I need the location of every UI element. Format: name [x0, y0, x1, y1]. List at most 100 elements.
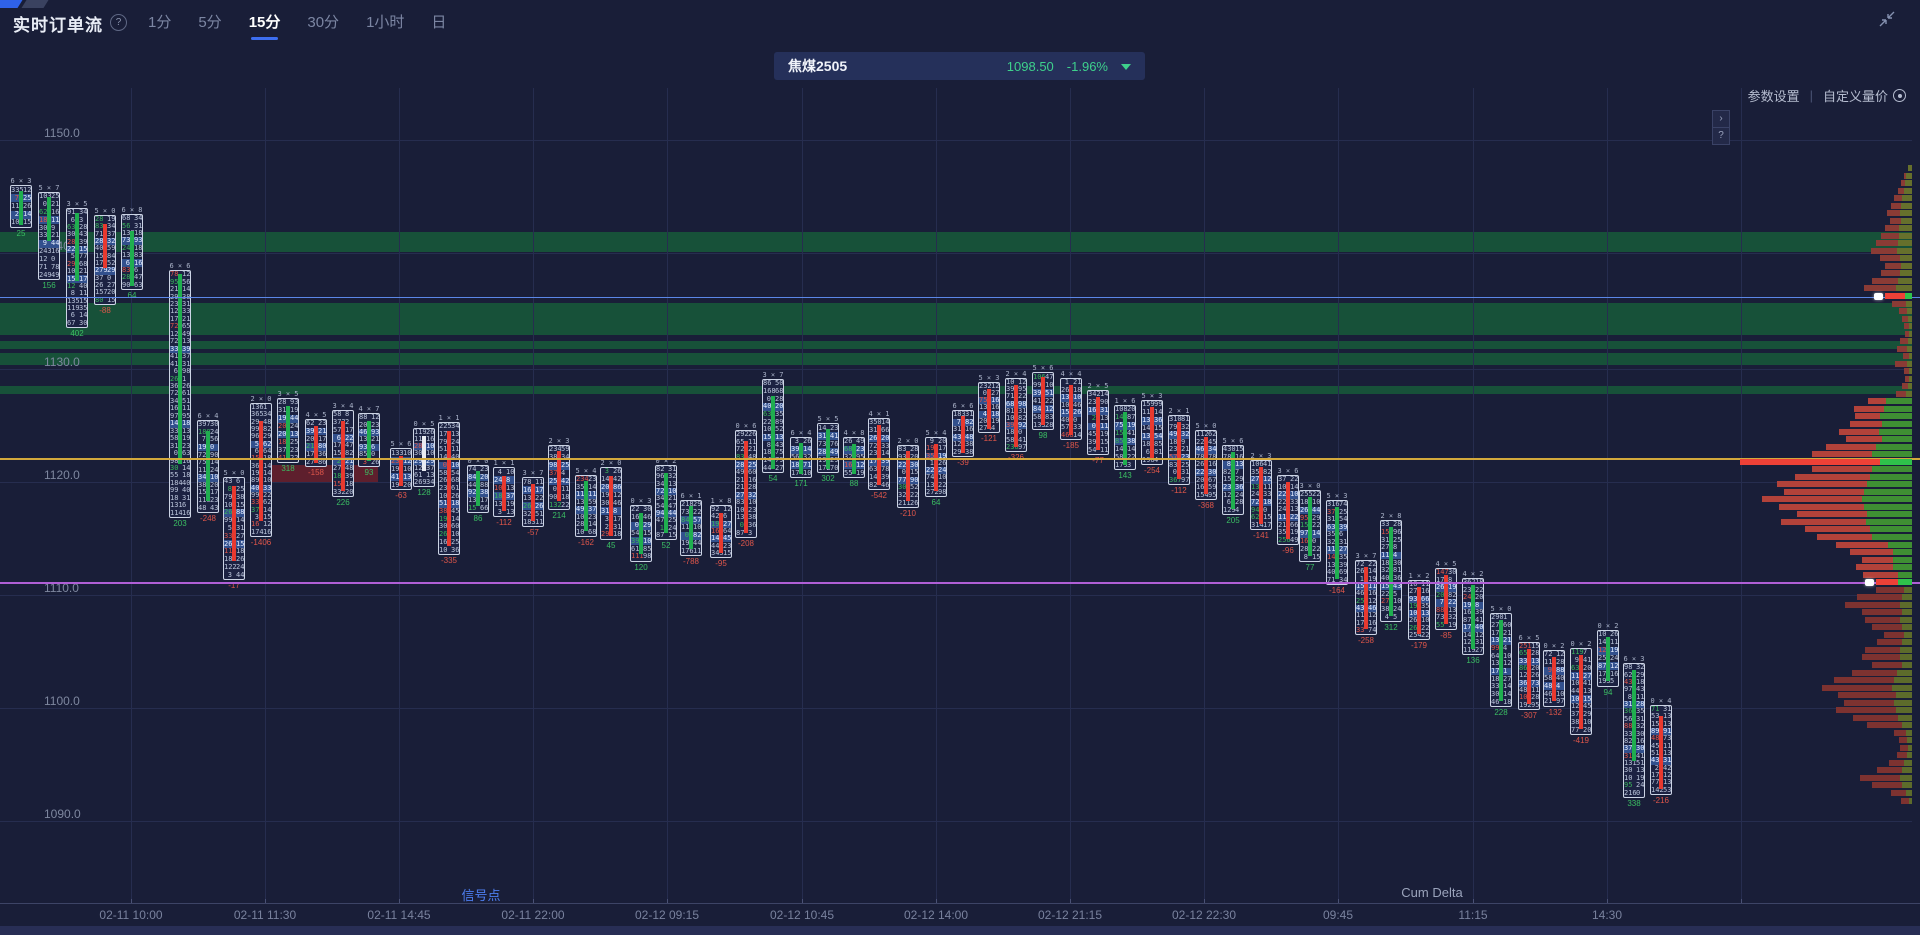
profile-buy-segment: [1880, 459, 1912, 465]
custom-volume-price-button[interactable]: 自定义量价: [1823, 86, 1906, 105]
footprint-bar[interactable]: 342143235901693132131011451973915541122 …: [1087, 390, 1109, 455]
footprint-bar[interactable]: 3621823922224420198163938741174014012123…: [1462, 578, 1484, 655]
footprint-bar[interactable]: 3108179324932818592321357238325403113679…: [1168, 415, 1190, 485]
footprint-bar[interactable]: 4301567816081348271552912336122476280129…: [1222, 445, 1244, 515]
footprint-bar[interactable]: 106479910439551412268412058831332845 × 6…: [1032, 372, 1054, 430]
footprint-bar[interactable]: 7212111428988584048446110521970 × 2-132: [1543, 650, 1565, 707]
profile-buy-segment: [1888, 542, 1912, 548]
footprint-header: 0 × 4: [1645, 697, 1677, 705]
footprint-bar[interactable]: 2342335314011811413359493710823628214710…: [575, 475, 597, 537]
supply-demand-zone: [0, 341, 1912, 349]
profile-sell-segment: [1852, 670, 1897, 676]
footprint-bar[interactable]: 2893311911914420824205130184253722364122…: [277, 398, 299, 463]
time-axis-label: 02-11 14:45: [367, 908, 430, 922]
footprint-bar[interactable]: 4368258793881041582608899140531332762681…: [223, 477, 245, 580]
profile-sell-segment: [1863, 572, 1898, 578]
chart-toolbar: 参数设置 | 自定义量价: [1748, 86, 1906, 105]
footprint-bar[interactable]: 1032530217621631801143093321094424316612…: [38, 192, 60, 280]
footprint-cell-row: 11198: [631, 553, 651, 561]
profile-buy-segment: [1867, 481, 1912, 487]
volume-profile-row: [1877, 767, 1912, 773]
footprint-bar[interactable]: 335127255112621491021576 × 325: [10, 185, 32, 228]
help-icon[interactable]: ?: [110, 14, 127, 31]
footprint-bar[interactable]: 1012539595712268988131210823929218305841…: [1005, 378, 1027, 452]
order-flow-chart[interactable]: 02-11 10:0002-11 11:3002-11 14:4502-11 2…: [0, 0, 1920, 935]
vertical-gridline: [1741, 88, 1742, 903]
footprint-bar[interactable]: 3328215996312522788113418530532814023671…: [1380, 520, 1402, 622]
footprint-bar[interactable]: 1026143119125193252498712517916019550 × …: [1597, 630, 1619, 687]
footprint-delta-label: -419: [1561, 736, 1601, 745]
bottom-scroll-strip[interactable]: [0, 926, 1920, 935]
footprint-bar[interactable]: 2253421761379245111140400105585426868236…: [438, 422, 460, 555]
profile-buy-segment: [1898, 278, 1912, 284]
footprint-bar[interactable]: 3167437253175463399359632311117274146356…: [1326, 500, 1348, 585]
footprint-bar[interactable]: 3262141420207861912830846318831782310298…: [600, 467, 622, 540]
horizontal-gridline: [0, 821, 1912, 822]
panel-help-button[interactable]: ?: [1712, 127, 1730, 145]
footprint-bar[interactable]: 6834356310138189739324918313883616283628…: [121, 214, 143, 290]
volume-profile-row: [1839, 429, 1912, 435]
profile-buy-segment: [1901, 203, 1912, 209]
footprint-bar[interactable]: 2552201881062644195292152297143160028622…: [1299, 490, 1321, 562]
footprint-bar[interactable]: 147301758264193208272288137332551974 × 5…: [1435, 568, 1457, 630]
footprint-bar[interactable]: 9832362294434188974388113128136355631988…: [1623, 663, 1645, 798]
footprint-bar[interactable]: 3501431662620272334239143175396378146398…: [868, 418, 890, 490]
tab-interval-1分[interactable]: 1分: [148, 11, 171, 40]
collapse-icon[interactable]: [1876, 8, 1898, 30]
profile-buy-segment: [1864, 489, 1912, 495]
tab-interval-15分[interactable]: 15分: [249, 11, 281, 40]
footprint-bar[interactable]: 2321240274751641316841832019927445 × 3-1…: [978, 382, 1000, 433]
footprint-bar[interactable]: 8231496324341347210934021854472944447025…: [655, 465, 677, 540]
instrument-price: 1098.50: [1007, 59, 1054, 74]
profile-buy-segment: [1904, 188, 1912, 194]
footprint-bar[interactable]: 41022481011321893713619831381 × 1-112: [493, 467, 515, 517]
profile-sell-segment: [1872, 624, 1902, 630]
footprint-bar[interactable]: 74238420448892381317815660 × 086: [467, 465, 489, 513]
footprint-bar[interactable]: 1126222454634978782611632230420367166591…: [1195, 430, 1217, 500]
footprint-bar[interactable]: 22301646029541573981006185111980 × 3120: [630, 505, 652, 562]
footprint-bar[interactable]: 1082051408775192158410853851441425822179…: [1114, 405, 1136, 470]
footprint-cell-row: 6730: [67, 320, 87, 327]
settings-button[interactable]: 参数设置: [1748, 86, 1800, 105]
volume-profile-row: [1846, 436, 1912, 442]
footprint-cell-row: 344: [224, 571, 244, 579]
volume-profile-row: [1868, 398, 1912, 404]
footprint-bar[interactable]: 5883722571796226177471582221927648189391…: [332, 410, 354, 497]
tab-interval-30分[interactable]: 30分: [307, 11, 339, 40]
supply-demand-zone: [0, 353, 1912, 365]
tab-interval-日[interactable]: 日: [431, 11, 446, 40]
footprint-bar[interactable]: 2345938343982533704258420116901891322272…: [548, 445, 570, 510]
footprint-bar[interactable]: 1215260183136102108467157268400573346814…: [1060, 378, 1082, 440]
profile-buy-segment: [1876, 444, 1912, 450]
footprint-bar[interactable]: 1064183558227312413118242337218094062153…: [1250, 460, 1272, 530]
profile-buy-segment: [1896, 707, 1912, 713]
footprint-bar[interactable]: 21829473226845711210908219441761176 × 1-…: [680, 500, 702, 556]
footprint-bar[interactable]: 921274261932761636414450442313451521 × 8…: [710, 505, 732, 558]
footprint-bar[interactable]: 920191735119112622024974102133222272985 …: [925, 437, 947, 497]
footprint-bar[interactable]: 7812795562121412938233112633717021172651…: [169, 270, 191, 518]
profile-buy-segment: [1907, 361, 1912, 367]
candle-body: [47, 197, 51, 241]
instrument-selector[interactable]: 焦煤2505 1098.50 -1.96%: [774, 52, 1145, 80]
footprint-cell-row: 1316: [170, 502, 190, 509]
signal-points-toggle[interactable]: 信号点: [461, 885, 500, 904]
footprint-bar[interactable]: 3973018024756192072907514113246341063802…: [197, 420, 219, 513]
footprint-delta-label: -258: [1346, 636, 1386, 645]
footprint-bar[interactable]: 1599911014513636314515413354188856811964…: [1141, 400, 1163, 465]
profile-buy-segment: [1872, 451, 1912, 457]
footprint-bar[interactable]: 2901276017421138210994641071351221751186…: [1490, 613, 1512, 707]
candle-body: [103, 224, 107, 268]
volume-profile-row: [1872, 624, 1912, 630]
panel-expand-button[interactable]: ›: [1712, 110, 1730, 128]
candle-body: [1177, 422, 1181, 479]
footprint-bar[interactable]: 2511576528433913086204120263673481111002…: [1518, 642, 1540, 710]
footprint-bar[interactable]: 2922686511722183482812549602116221128273…: [735, 430, 757, 538]
tab-interval-1小时[interactable]: 1小时: [366, 11, 404, 40]
footprint-header: 0 × 2: [1592, 622, 1624, 630]
footprint-bar[interactable]: 7131531331513899148734511451130437319242…: [1650, 705, 1672, 795]
profile-sell-segment: [1862, 609, 1902, 615]
footprint-cell-row: 36534: [251, 411, 271, 418]
tab-interval-5分[interactable]: 5分: [198, 11, 221, 40]
footprint-bar[interactable]: 1423431441173762894919429172705 × 5302: [817, 423, 839, 473]
footprint-bar[interactable]: 1331052311251971054113192045 × 6-63: [390, 448, 412, 490]
